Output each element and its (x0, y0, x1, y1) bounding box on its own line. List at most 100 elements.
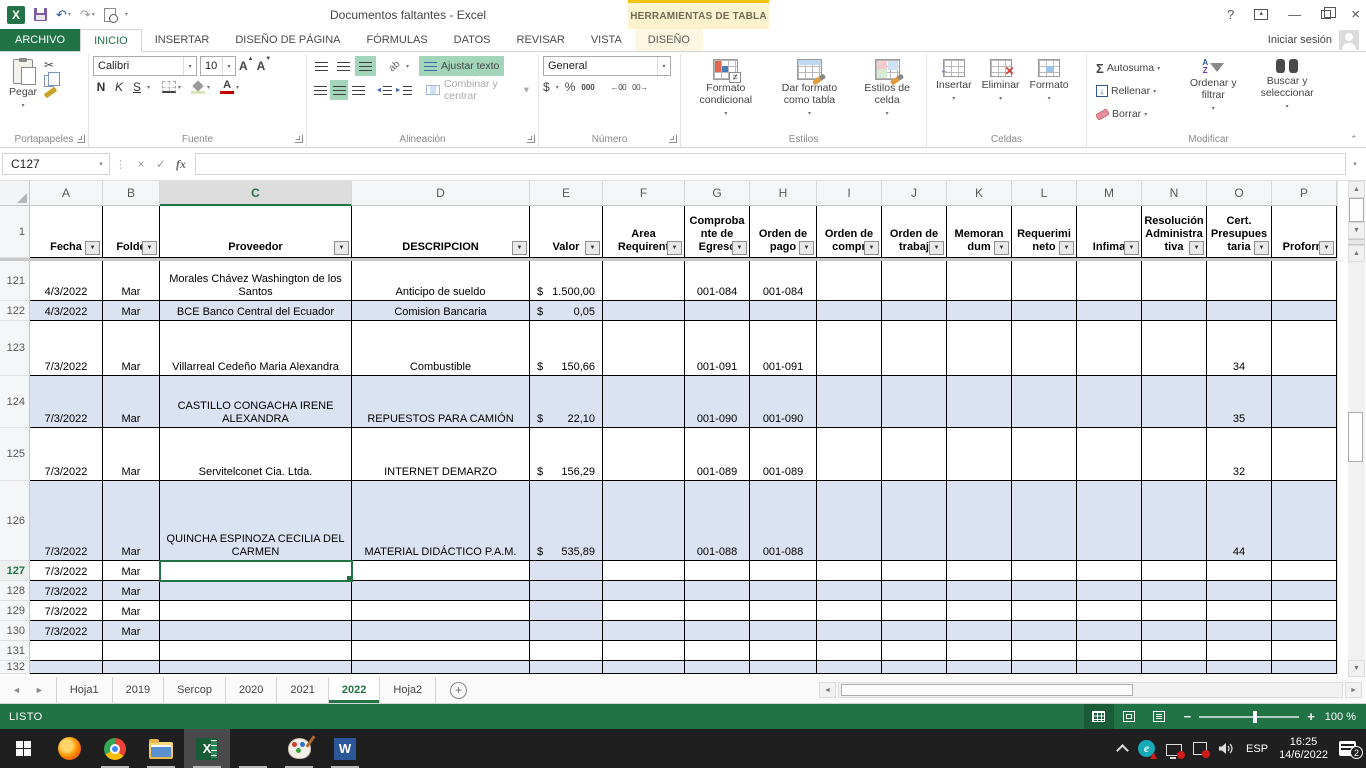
cell-N122[interactable] (1142, 301, 1207, 321)
cell-N125[interactable] (1142, 428, 1207, 481)
cell-O126[interactable]: 44 (1207, 481, 1272, 561)
cell-B122[interactable]: Mar (103, 301, 160, 321)
filter-button-H[interactable]: ▼ (799, 241, 814, 255)
cell-O127[interactable] (1207, 561, 1272, 581)
cell-G123[interactable]: 001-091 (685, 321, 750, 376)
clock[interactable]: 16:25 14/6/2022 (1279, 736, 1328, 762)
cell-L128[interactable] (1012, 581, 1077, 601)
format-cells-button[interactable]: Formato▾ (1025, 56, 1074, 131)
cell-J129[interactable] (882, 601, 947, 621)
cell-M127[interactable] (1077, 561, 1142, 581)
cell-M129[interactable] (1077, 601, 1142, 621)
cell-E123[interactable]: $150,66 (530, 321, 603, 376)
cell-K129[interactable] (947, 601, 1012, 621)
cut-button[interactable]: ✂ (44, 58, 57, 72)
cell-I130[interactable] (817, 621, 882, 641)
cell-I127[interactable] (817, 561, 882, 581)
ribbon-tab-insertar[interactable]: INSERTAR (142, 29, 223, 51)
antivirus-icon[interactable]: e (1138, 740, 1155, 757)
cell-styles-button[interactable]: Estilos de celda▾ (852, 56, 922, 131)
cell-A124[interactable]: 7/3/2022 (30, 376, 103, 428)
cell-I122[interactable] (817, 301, 882, 321)
cell-P130[interactable] (1272, 621, 1337, 641)
cell-B124[interactable]: Mar (103, 376, 160, 428)
paste-button[interactable]: Pegar▾ (4, 56, 42, 131)
cell-F130[interactable] (603, 621, 685, 641)
cell-L127[interactable] (1012, 561, 1077, 581)
zoom-out-button[interactable]: − (1184, 709, 1192, 724)
fill-color-button[interactable] (191, 80, 205, 94)
align-left-button[interactable] (311, 80, 329, 100)
cell-A126[interactable]: 7/3/2022 (30, 481, 103, 561)
row-header-125[interactable]: 125 (0, 428, 30, 481)
sheet-tab-2020[interactable]: 2020 (226, 677, 277, 703)
horizontal-scrollbar[interactable]: ◄ ► (819, 677, 1366, 703)
conditional-formatting-button[interactable]: ≠ Formato condicional▾ (685, 56, 767, 131)
ribbon-tab-f-rmulas[interactable]: FÓRMULAS (354, 29, 441, 51)
column-header-B[interactable]: B (103, 181, 160, 206)
cell-H128[interactable] (750, 581, 817, 601)
cell-D121[interactable]: Anticipo de sueldo (352, 261, 530, 301)
cell-K130[interactable] (947, 621, 1012, 641)
save-button[interactable] (34, 8, 47, 21)
sign-in[interactable]: Iniciar sesión (1268, 29, 1366, 51)
row-header-121[interactable]: 121 (0, 261, 30, 301)
cell-O121[interactable] (1207, 261, 1272, 301)
pane-scroll-thumb[interactable] (1349, 198, 1364, 222)
cell-B123[interactable]: Mar (103, 321, 160, 376)
cell-O132[interactable] (1207, 661, 1272, 674)
cell-F124[interactable] (603, 376, 685, 428)
filter-button-B[interactable]: ▼ (142, 241, 157, 255)
row-header-128[interactable]: 128 (0, 581, 30, 601)
header-cell-I[interactable]: Orden de compr▼ (817, 206, 882, 258)
clipboard-dialog-launcher[interactable] (77, 135, 85, 143)
column-header-I[interactable]: I (817, 181, 882, 206)
cell-C123[interactable]: Villarreal Cedeño Maria Alexandra (160, 321, 352, 376)
cell-E128[interactable] (530, 581, 603, 601)
cell-G125[interactable]: 001-089 (685, 428, 750, 481)
taskbar-app-calculator[interactable] (230, 729, 276, 768)
zoom-slider-thumb[interactable] (1253, 711, 1257, 723)
cell-H130[interactable] (750, 621, 817, 641)
align-top-button[interactable] (311, 56, 332, 76)
cell-F125[interactable] (603, 428, 685, 481)
clear-button[interactable]: Borrar▾ (1093, 104, 1176, 124)
column-header-F[interactable]: F (603, 181, 685, 206)
taskbar-app-word[interactable]: W (322, 729, 368, 768)
cell-J128[interactable] (882, 581, 947, 601)
cell-J130[interactable] (882, 621, 947, 641)
network-icon[interactable] (1166, 744, 1182, 756)
collapse-ribbon-button[interactable]: ⌃ (1350, 135, 1360, 143)
currency-format-button[interactable]: $ (543, 80, 550, 94)
cell-H124[interactable]: 001-090 (750, 376, 817, 428)
header-cell-D[interactable]: DESCRIPCION▼ (352, 206, 530, 258)
italic-button[interactable]: K (111, 80, 127, 94)
cell-G131[interactable] (685, 641, 750, 661)
row-header-1[interactable]: 1 (0, 206, 30, 258)
cell-B126[interactable]: Mar (103, 481, 160, 561)
cell-A129[interactable]: 7/3/2022 (30, 601, 103, 621)
ribbon-tab-dise-o[interactable]: DISEÑO (635, 29, 703, 51)
cell-N121[interactable] (1142, 261, 1207, 301)
cell-E129[interactable] (530, 601, 603, 621)
sheet-tab-2022[interactable]: 2022 (329, 677, 380, 703)
sheet-tab-2019[interactable]: 2019 (113, 677, 164, 703)
cell-M132[interactable] (1077, 661, 1142, 674)
cell-J131[interactable] (882, 641, 947, 661)
cell-H125[interactable]: 001-089 (750, 428, 817, 481)
cell-K128[interactable] (947, 581, 1012, 601)
header-cell-N[interactable]: Resolución Administra tiva▼ (1142, 206, 1207, 258)
cell-A132[interactable] (30, 661, 103, 674)
cell-F123[interactable] (603, 321, 685, 376)
cell-P121[interactable] (1272, 261, 1337, 301)
cell-M125[interactable] (1077, 428, 1142, 481)
column-header-K[interactable]: K (947, 181, 1012, 206)
cell-D126[interactable]: MATERIAL DIDÁCTICO P.A.M. (352, 481, 530, 561)
cell-A130[interactable]: 7/3/2022 (30, 621, 103, 641)
page-layout-view-button[interactable] (1114, 704, 1144, 729)
vertical-scroll-track[interactable] (1348, 262, 1365, 660)
cell-P122[interactable] (1272, 301, 1337, 321)
filter-button-N[interactable]: ▼ (1189, 241, 1204, 255)
formula-input[interactable] (195, 153, 1346, 175)
cell-E132[interactable] (530, 661, 603, 674)
